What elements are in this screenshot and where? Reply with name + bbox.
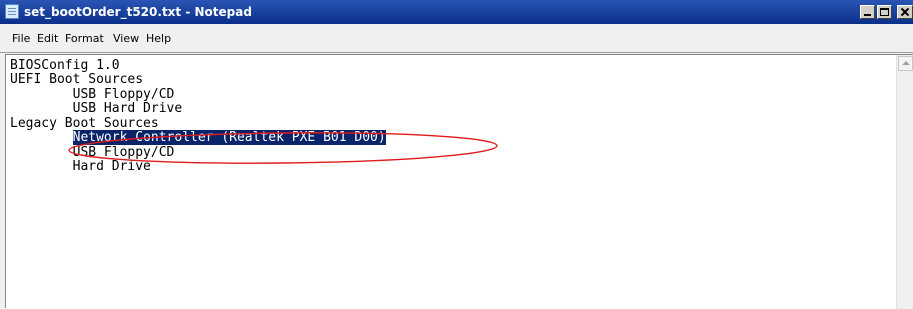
text-line-selected-container: Network Controller (Realtek PXE B01 D00) <box>10 130 386 145</box>
menu-help[interactable]: Help <box>146 32 171 46</box>
vertical-scrollbar[interactable] <box>896 55 913 309</box>
selected-text[interactable]: Network Controller (Realtek PXE B01 D00) <box>72 130 386 145</box>
menu-format[interactable]: Format <box>65 32 104 46</box>
menu-bar: File Edit Format View Help <box>0 24 913 53</box>
window-title: set_bootOrder_t520.txt - Notepad <box>24 5 252 19</box>
notepad-window: set_bootOrder_t520.txt - Notepad File Ed… <box>0 0 913 309</box>
text-line: USB Hard Drive <box>10 101 183 116</box>
text-line: Hard Drive <box>10 159 151 174</box>
text-line: BIOSConfig 1.0 <box>10 58 120 73</box>
text-line: UEFI Boot Sources <box>10 72 144 87</box>
minimize-button[interactable] <box>860 5 875 19</box>
text-line: USB Floppy/CD <box>10 87 175 102</box>
arrow-up-icon[interactable] <box>898 56 913 71</box>
title-bar[interactable]: set_bootOrder_t520.txt - Notepad <box>0 0 913 24</box>
menu-file[interactable]: File <box>12 32 30 46</box>
notepad-icon[interactable] <box>5 4 19 19</box>
text-line: USB Floppy/CD <box>10 145 175 160</box>
menu-edit[interactable]: Edit <box>37 32 58 46</box>
text-editor[interactable]: BIOSConfig 1.0 UEFI Boot Sources USB Flo… <box>5 54 913 309</box>
text-line: Legacy Boot Sources <box>10 116 159 131</box>
maximize-button[interactable] <box>877 5 892 19</box>
menu-view[interactable]: View <box>113 32 139 46</box>
close-button[interactable] <box>897 5 913 19</box>
